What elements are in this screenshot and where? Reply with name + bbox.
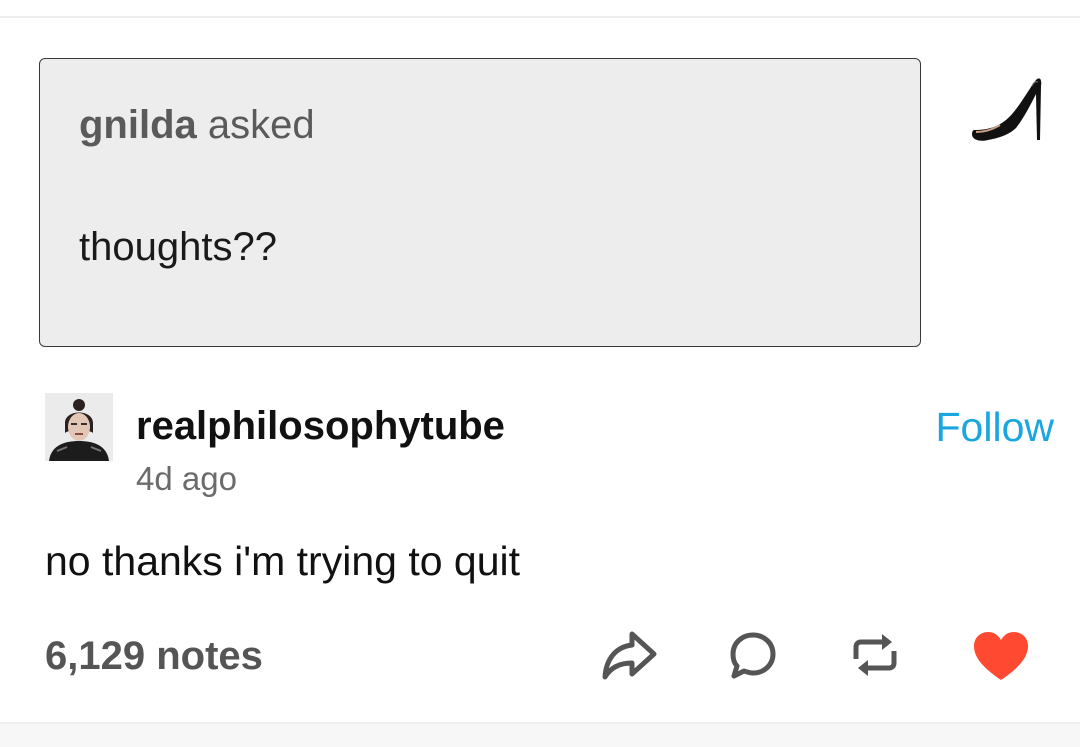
- follow-button[interactable]: Follow: [936, 404, 1054, 451]
- answer-body: no thanks i'm trying to quit: [45, 538, 521, 584]
- notes-count[interactable]: 6,129 notes: [45, 634, 263, 679]
- post-timestamp: 4d ago: [136, 460, 237, 497]
- reblog-icon: [853, 634, 897, 676]
- ask-question: thoughts??: [79, 225, 277, 269]
- stiletto-heel-icon: [972, 78, 1042, 141]
- post-separator: [0, 722, 1080, 747]
- ask-bubble: gnilda asked thoughts??: [39, 58, 921, 347]
- blog-name[interactable]: realphilosophytube: [136, 404, 505, 449]
- blog-avatar[interactable]: [45, 393, 113, 461]
- asker-name[interactable]: gnilda: [79, 103, 197, 147]
- reply-icon: [730, 632, 776, 679]
- share-icon: [602, 631, 657, 680]
- ask-header: gnilda asked: [79, 103, 315, 148]
- share-button[interactable]: [600, 628, 658, 682]
- tumblr-post: gnilda asked thoughts?? realphilosophytu: [0, 0, 1080, 747]
- like-button[interactable]: [972, 630, 1030, 682]
- reply-button[interactable]: [727, 629, 779, 681]
- reblog-button[interactable]: [846, 629, 904, 681]
- ask-verb: asked: [207, 103, 315, 147]
- heart-icon: [974, 632, 1028, 680]
- divider: [0, 16, 1080, 18]
- avatar-image: [45, 393, 113, 461]
- asker-avatar[interactable]: [966, 72, 1046, 146]
